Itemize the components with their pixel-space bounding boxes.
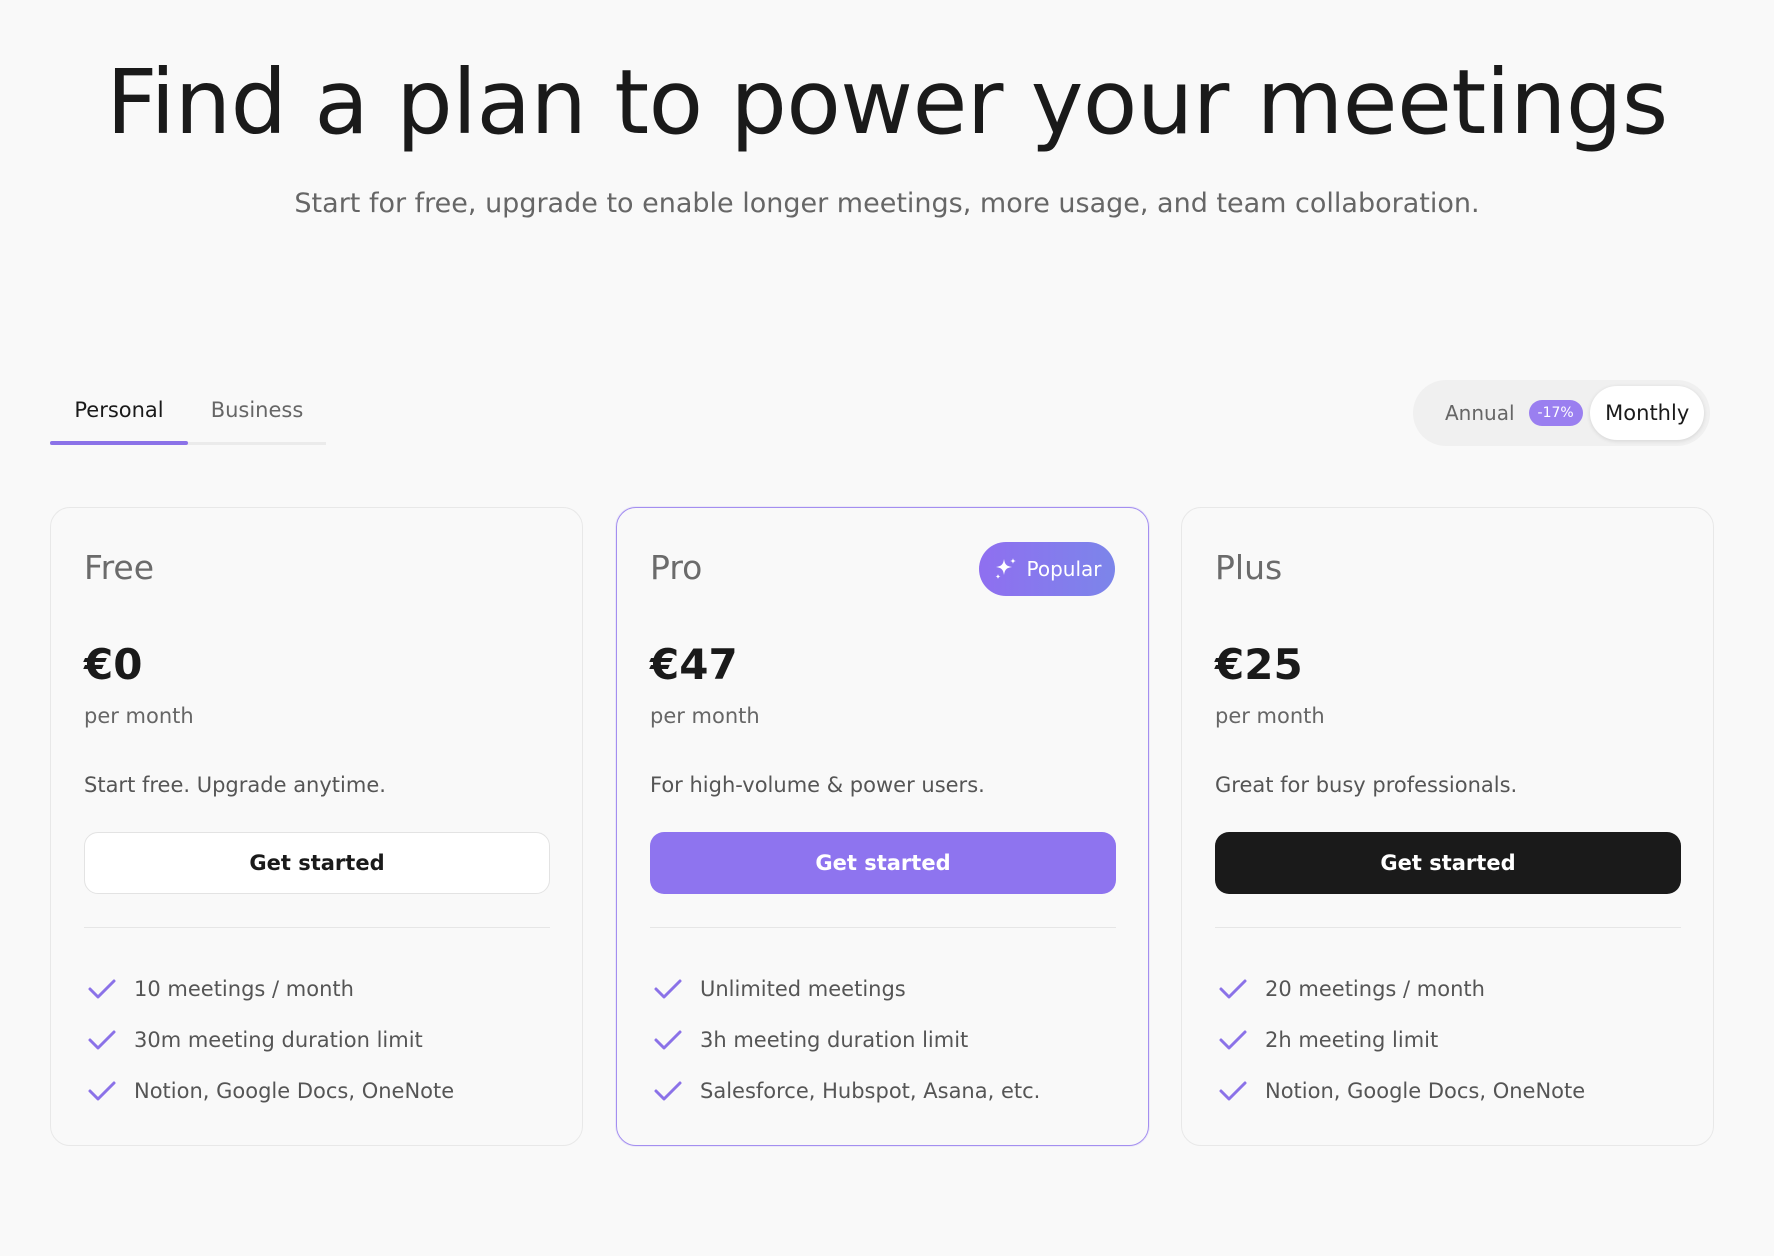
billing-monthly-option[interactable]: Monthly <box>1590 386 1704 440</box>
page-subtitle: Start for free, upgrade to enable longer… <box>294 188 1480 219</box>
tab-personal[interactable]: Personal <box>50 378 188 445</box>
annual-label: Annual <box>1445 401 1515 425</box>
check-icon <box>650 974 686 1004</box>
check-icon <box>84 1025 120 1055</box>
plan-category-tabs: Personal Business <box>50 378 326 445</box>
check-icon <box>1215 974 1251 1004</box>
plan-card-pro: Pro Popular €47 per month For high-volum… <box>616 507 1149 1146</box>
feature-item: Notion, Google Docs, OneNote <box>84 1065 454 1116</box>
billing-annual-option[interactable]: Annual -17% <box>1419 386 1590 440</box>
plan-price: €0 <box>84 640 143 689</box>
check-icon <box>650 1025 686 1055</box>
annual-discount-badge: -17% <box>1528 400 1583 426</box>
plan-card-plus: Plus €25 per month Great for busy profes… <box>1181 507 1714 1146</box>
plan-description: For high-volume & power users. <box>650 773 985 797</box>
feature-item: Unlimited meetings <box>650 963 1040 1014</box>
feature-item: 30m meeting duration limit <box>84 1014 454 1065</box>
popular-badge-label: Popular <box>1026 557 1102 581</box>
plan-period: per month <box>84 704 194 728</box>
feature-list: 10 meetings / month 30m meeting duration… <box>84 963 454 1116</box>
feature-text: 30m meeting duration limit <box>134 1027 423 1052</box>
get-started-button-free[interactable]: Get started <box>84 832 550 894</box>
check-icon <box>1215 1076 1251 1106</box>
feature-text: 2h meeting limit <box>1265 1027 1439 1052</box>
sparkle-icon <box>995 558 1016 579</box>
check-icon <box>1215 1025 1251 1055</box>
feature-text: 20 meetings / month <box>1265 976 1485 1001</box>
tab-business[interactable]: Business <box>188 378 326 442</box>
feature-text: 3h meeting duration limit <box>700 1027 969 1052</box>
divider <box>1215 927 1681 928</box>
check-icon <box>84 1076 120 1106</box>
feature-item: 20 meetings / month <box>1215 963 1585 1014</box>
check-icon <box>84 974 120 1004</box>
feature-item: Notion, Google Docs, OneNote <box>1215 1065 1585 1116</box>
divider <box>650 927 1116 928</box>
plan-price: €47 <box>650 640 738 689</box>
feature-item: Salesforce, Hubspot, Asana, etc. <box>650 1065 1040 1116</box>
feature-text: 10 meetings / month <box>134 976 354 1001</box>
divider <box>84 927 550 928</box>
feature-item: 2h meeting limit <box>1215 1014 1585 1065</box>
get-started-button-plus[interactable]: Get started <box>1215 832 1681 894</box>
feature-text: Unlimited meetings <box>700 976 906 1001</box>
check-icon <box>650 1076 686 1106</box>
feature-item: 3h meeting duration limit <box>650 1014 1040 1065</box>
plan-name: Plus <box>1215 548 1283 587</box>
plan-name: Pro <box>650 548 703 587</box>
plan-price: €25 <box>1215 640 1303 689</box>
feature-list: 20 meetings / month 2h meeting limit Not… <box>1215 963 1585 1116</box>
billing-period-toggle: Annual -17% Monthly <box>1413 380 1710 446</box>
page-title: Find a plan to power your meetings <box>106 50 1668 154</box>
feature-list: Unlimited meetings 3h meeting duration l… <box>650 963 1040 1116</box>
plan-card-free: Free €0 per month Start free. Upgrade an… <box>50 507 583 1146</box>
popular-badge: Popular <box>979 542 1115 596</box>
plan-period: per month <box>650 704 760 728</box>
feature-item: 10 meetings / month <box>84 963 454 1014</box>
feature-text: Notion, Google Docs, OneNote <box>134 1078 455 1103</box>
feature-text: Salesforce, Hubspot, Asana, etc. <box>700 1078 1041 1103</box>
plan-period: per month <box>1215 704 1325 728</box>
feature-text: Notion, Google Docs, OneNote <box>1265 1078 1586 1103</box>
plan-description: Great for busy professionals. <box>1215 773 1518 797</box>
plan-name: Free <box>84 548 155 587</box>
get-started-button-pro[interactable]: Get started <box>650 832 1116 894</box>
plan-description: Start free. Upgrade anytime. <box>84 773 386 797</box>
